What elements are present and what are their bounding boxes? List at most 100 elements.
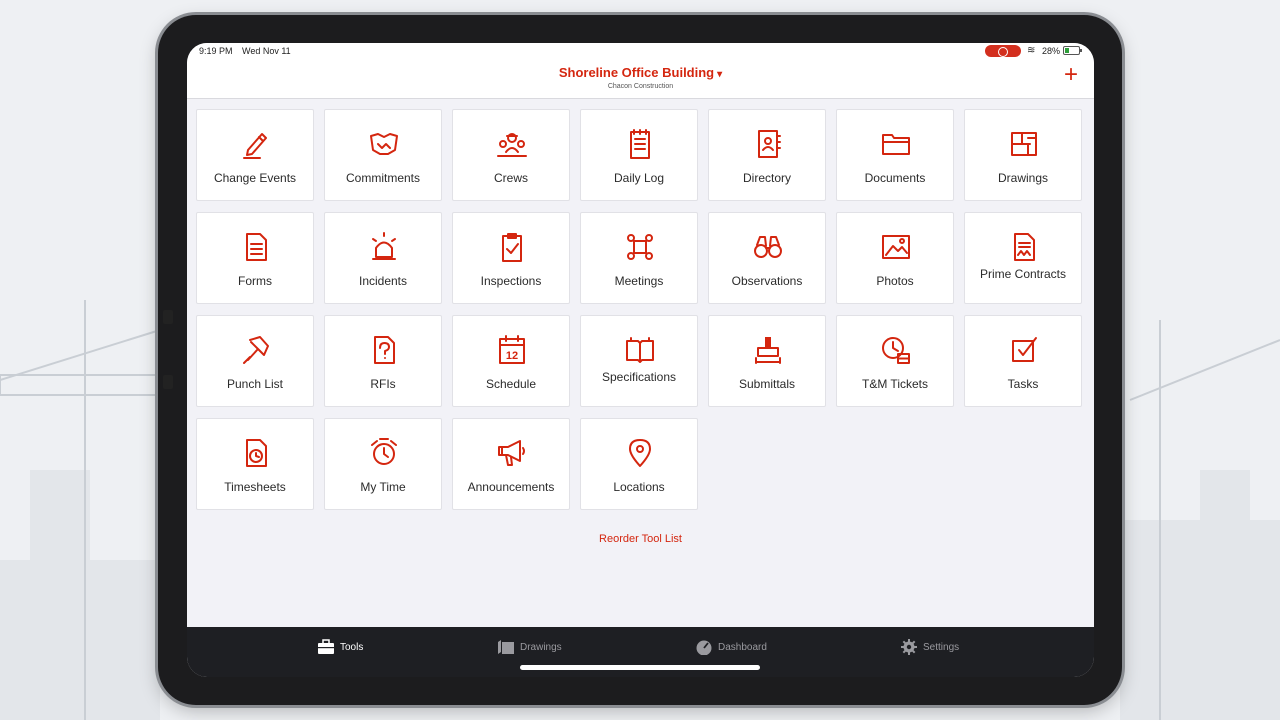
checkbox-icon: [1008, 334, 1040, 366]
tool-tile-photos[interactable]: Photos: [836, 212, 954, 304]
tool-label: T&M Tickets: [861, 377, 928, 391]
tool-label: Locations: [613, 480, 665, 494]
tool-label: Commitments: [345, 171, 420, 185]
company-name: Chacon Construction: [607, 83, 674, 90]
tool-label: Tasks: [1007, 377, 1039, 391]
tool-label: Incidents: [358, 274, 408, 288]
svg-text:12: 12: [506, 350, 518, 362]
form-icon: [240, 231, 272, 263]
tool-tile-directory[interactable]: Directory: [708, 109, 826, 201]
tool-label: Crews: [493, 171, 528, 185]
project-selector[interactable]: Shoreline Office Building ▾: [187, 65, 1094, 80]
tab-label: Tools: [340, 641, 364, 653]
pushpin-icon: [240, 334, 272, 366]
project-name[interactable]: Shoreline Office Building: [559, 65, 714, 80]
tool-label: Photos: [876, 274, 914, 288]
home-indicator[interactable]: [520, 665, 760, 670]
tab-label: Settings: [923, 641, 960, 653]
tool-tile-daily-log[interactable]: Daily Log: [580, 109, 698, 201]
clipboard-check-icon: [496, 231, 528, 263]
toolbox-icon: [317, 639, 335, 655]
caret-down-icon[interactable]: ▾: [717, 69, 722, 80]
tool-tile-punch-list[interactable]: Punch List: [196, 315, 314, 407]
tool-tile-prime-contracts[interactable]: Prime Contracts: [964, 212, 1082, 304]
crew-icon: [496, 128, 528, 160]
tool-tile-announcements[interactable]: Announcements: [452, 418, 570, 510]
app-screen: 9:19 PM Wed Nov 11 ≋ 28% Shoreline Offic…: [187, 43, 1094, 677]
tool-label: Observations: [731, 274, 803, 288]
tool-tile-incidents[interactable]: Incidents: [324, 212, 442, 304]
status-bar: 9:19 PM Wed Nov 11 ≋ 28%: [187, 43, 1094, 59]
photo-icon: [880, 231, 912, 263]
gear-icon: [900, 639, 918, 655]
tool-tile-commitments[interactable]: Commitments: [324, 109, 442, 201]
tool-tile-t-m-tickets[interactable]: T&M Tickets: [836, 315, 954, 407]
tool-label: Timesheets: [224, 480, 286, 494]
tab-label: Dashboard: [718, 641, 767, 653]
tool-label: Meetings: [614, 274, 664, 288]
book-icon: [624, 334, 656, 366]
blueprint-icon: [497, 639, 515, 655]
tool-label: Change Events: [213, 171, 297, 185]
battery-icon: [1063, 46, 1082, 55]
tool-label: Inspections: [480, 274, 542, 288]
tool-label: Directory: [742, 171, 791, 185]
tool-tile-locations[interactable]: Locations: [580, 418, 698, 510]
tool-tile-observations[interactable]: Observations: [708, 212, 826, 304]
status-time: 9:19 PM: [199, 46, 233, 56]
tool-tile-drawings[interactable]: Drawings: [964, 109, 1082, 201]
tool-label: Daily Log: [613, 171, 665, 185]
pencil-icon: [240, 128, 272, 160]
tool-tile-submittals[interactable]: Submittals: [708, 315, 826, 407]
tool-tile-meetings[interactable]: Meetings: [580, 212, 698, 304]
recording-indicator: [985, 45, 1021, 57]
tool-tile-schedule[interactable]: 12 Schedule: [452, 315, 570, 407]
camera-dot: [163, 310, 173, 324]
question-doc-icon: [368, 334, 400, 366]
tool-tile-crews[interactable]: Crews: [452, 109, 570, 201]
tool-label: Announcements: [467, 480, 555, 494]
alarm-clock-icon: [368, 437, 400, 469]
battery-percent: 28%: [1042, 46, 1061, 56]
wifi-icon: ≋: [1027, 45, 1036, 56]
tool-tile-timesheets[interactable]: Timesheets: [196, 418, 314, 510]
tool-tile-forms[interactable]: Forms: [196, 212, 314, 304]
tool-tile-tasks[interactable]: Tasks: [964, 315, 1082, 407]
tool-tile-change-events[interactable]: Change Events: [196, 109, 314, 201]
tool-label: Documents: [864, 171, 926, 185]
tab-bar: Tools Drawings Dashboard Settings: [187, 627, 1094, 677]
add-button[interactable]: +: [1064, 63, 1078, 87]
notepad-icon: [624, 128, 656, 160]
calendar-icon: 12: [496, 334, 528, 366]
tab-dashboard[interactable]: Dashboard: [695, 639, 767, 655]
tab-settings[interactable]: Settings: [900, 639, 959, 655]
tool-label: Submittals: [738, 377, 796, 391]
reorder-tool-list-button[interactable]: Reorder Tool List: [187, 533, 1094, 545]
timesheet-icon: [240, 437, 272, 469]
tool-label: Specifications: [601, 370, 677, 384]
clock-ticket-icon: [880, 334, 912, 366]
tab-label: Drawings: [520, 641, 562, 653]
tool-label: Schedule: [485, 377, 537, 391]
tab-tools[interactable]: Tools: [317, 639, 363, 655]
tool-label: RFIs: [370, 377, 396, 391]
tool-tile-documents[interactable]: Documents: [836, 109, 954, 201]
meeting-icon: [624, 231, 656, 263]
floorplan-icon: [1008, 128, 1040, 160]
handshake-icon: [368, 128, 400, 160]
side-button: [163, 375, 173, 389]
status-date: Wed Nov 11: [242, 46, 291, 56]
tool-label: My Time: [360, 480, 406, 494]
tool-label: Drawings: [997, 171, 1048, 185]
contract-icon: [1008, 231, 1040, 263]
gauge-icon: [695, 639, 713, 655]
folder-icon: [880, 128, 912, 160]
tool-tile-inspections[interactable]: Inspections: [452, 212, 570, 304]
tool-tile-specifications[interactable]: Specifications: [580, 315, 698, 407]
tool-tile-my-time[interactable]: My Time: [324, 418, 442, 510]
tool-label: Prime Contracts: [979, 267, 1067, 281]
tab-drawings[interactable]: Drawings: [497, 639, 562, 655]
tool-tile-rfis[interactable]: RFIs: [324, 315, 442, 407]
tool-grid: Change Events Commitments Crews Daily Log Di…: [196, 109, 1082, 510]
tool-label: Forms: [238, 274, 272, 288]
